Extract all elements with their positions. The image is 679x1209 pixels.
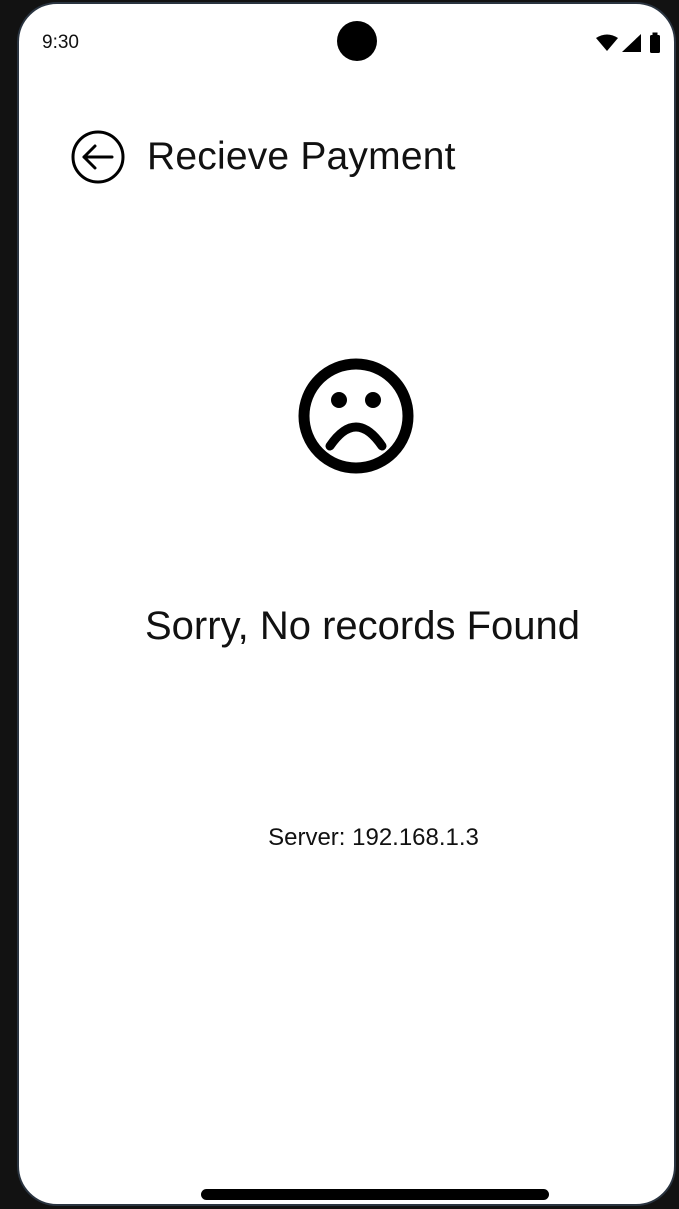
- status-time: 9:30: [42, 32, 79, 53]
- sad-face-icon: [298, 358, 414, 474]
- phone-screen: 9:30 Recieve Payment Sorry, No records F…: [17, 2, 676, 1206]
- camera-cutout: [337, 21, 377, 61]
- back-button[interactable]: [69, 128, 127, 186]
- home-indicator[interactable]: [201, 1189, 549, 1200]
- empty-state-message: Sorry, No records Found: [145, 604, 580, 648]
- device-frame: 9:30 Recieve Payment Sorry, No records F…: [0, 0, 679, 1209]
- back-arrow-circle-icon: [71, 130, 125, 184]
- page-header: Recieve Payment: [69, 128, 456, 186]
- wifi-icon: [596, 34, 618, 51]
- battery-icon: [650, 32, 660, 53]
- signal-icon: [622, 34, 641, 52]
- status-icons: [596, 32, 660, 53]
- server-label: Server: 192.168.1.3: [268, 824, 479, 851]
- page-title: Recieve Payment: [147, 135, 456, 178]
